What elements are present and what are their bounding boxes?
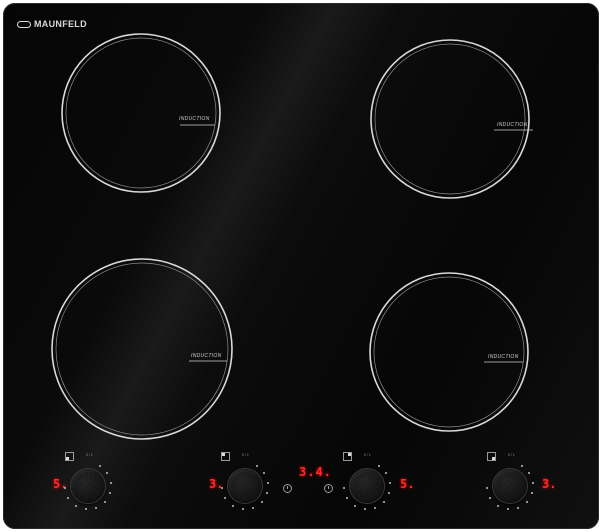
zone-back-right: [370, 39, 533, 199]
knob-scale-dot: [363, 507, 366, 510]
cooktop-surface: MAUNFELD INDUCTION INDUCTION INDUCTION I…: [3, 3, 599, 529]
brand-name: MAUNFELD: [34, 19, 87, 29]
power-level-display: 5.: [400, 477, 415, 491]
zone-rear-left: [51, 258, 233, 440]
knob-scale-dot: [525, 500, 528, 503]
zone-knob-1[interactable]: [71, 469, 105, 503]
knob-scale-dot: [74, 504, 77, 507]
zone-knob-3[interactable]: [350, 469, 384, 503]
zone-label: INDUCTION: [179, 116, 210, 122]
knob-range-label: 0 / 1: [364, 453, 371, 457]
knob-scale-dot: [260, 500, 263, 503]
knob-scale-dot: [520, 465, 523, 468]
zone-label: INDUCTION: [497, 122, 528, 128]
knob-scale-dot: [373, 506, 376, 509]
zone-front-left: [61, 33, 221, 193]
knob-scale-dot: [109, 481, 112, 484]
brand-logo: MAUNFELD: [17, 19, 87, 29]
zone-rear-right: [369, 272, 529, 432]
power-level-display: 3.: [542, 477, 557, 491]
knob-scale-dot: [108, 492, 111, 495]
knob-scale-dot: [496, 504, 499, 507]
knob-scale-dot: [84, 507, 87, 510]
knob-scale-dot: [255, 465, 258, 468]
timer-icon: [324, 484, 333, 493]
knob-scale-dot: [353, 504, 356, 507]
zone-knob-4[interactable]: [493, 469, 527, 503]
knob-scale-dot: [516, 506, 519, 509]
knob-scale-dot: [387, 492, 390, 495]
knob-scale-dot: [531, 481, 534, 484]
timer-display: 3.4.: [299, 465, 332, 479]
knob-scale-dot: [251, 506, 254, 509]
knob-range-label: 0 / 1: [86, 453, 93, 457]
knob-scale-dot: [98, 465, 101, 468]
zone-position-icon: [65, 452, 74, 461]
knob-scale-dot: [388, 481, 391, 484]
knob-scale-dot: [382, 500, 385, 503]
brand-logo-icon: [17, 20, 31, 28]
timer-icon: [283, 484, 292, 493]
zone-position-icon: [487, 452, 496, 461]
knob-scale-dot: [94, 506, 97, 509]
knob-scale-dot: [266, 481, 269, 484]
zone-position-icon: [343, 452, 352, 461]
knob-scale-dot: [231, 504, 234, 507]
knob-scale-dot: [530, 492, 533, 495]
knob-range-label: 0 / 1: [508, 453, 515, 457]
knob-range-label: 0 / 1: [242, 453, 249, 457]
knob-scale-dot: [377, 465, 380, 468]
zone-knob-2[interactable]: [228, 469, 262, 503]
knob-scale-dot: [241, 507, 244, 510]
zone-label: INDUCTION: [488, 354, 519, 360]
zone-position-icon: [221, 452, 230, 461]
cooking-zones-drawing: [51, 33, 533, 440]
knob-scale-dot: [103, 500, 106, 503]
knob-scale-dot: [265, 492, 268, 495]
zone-label: INDUCTION: [191, 353, 222, 359]
knob-scale-dot: [506, 507, 509, 510]
